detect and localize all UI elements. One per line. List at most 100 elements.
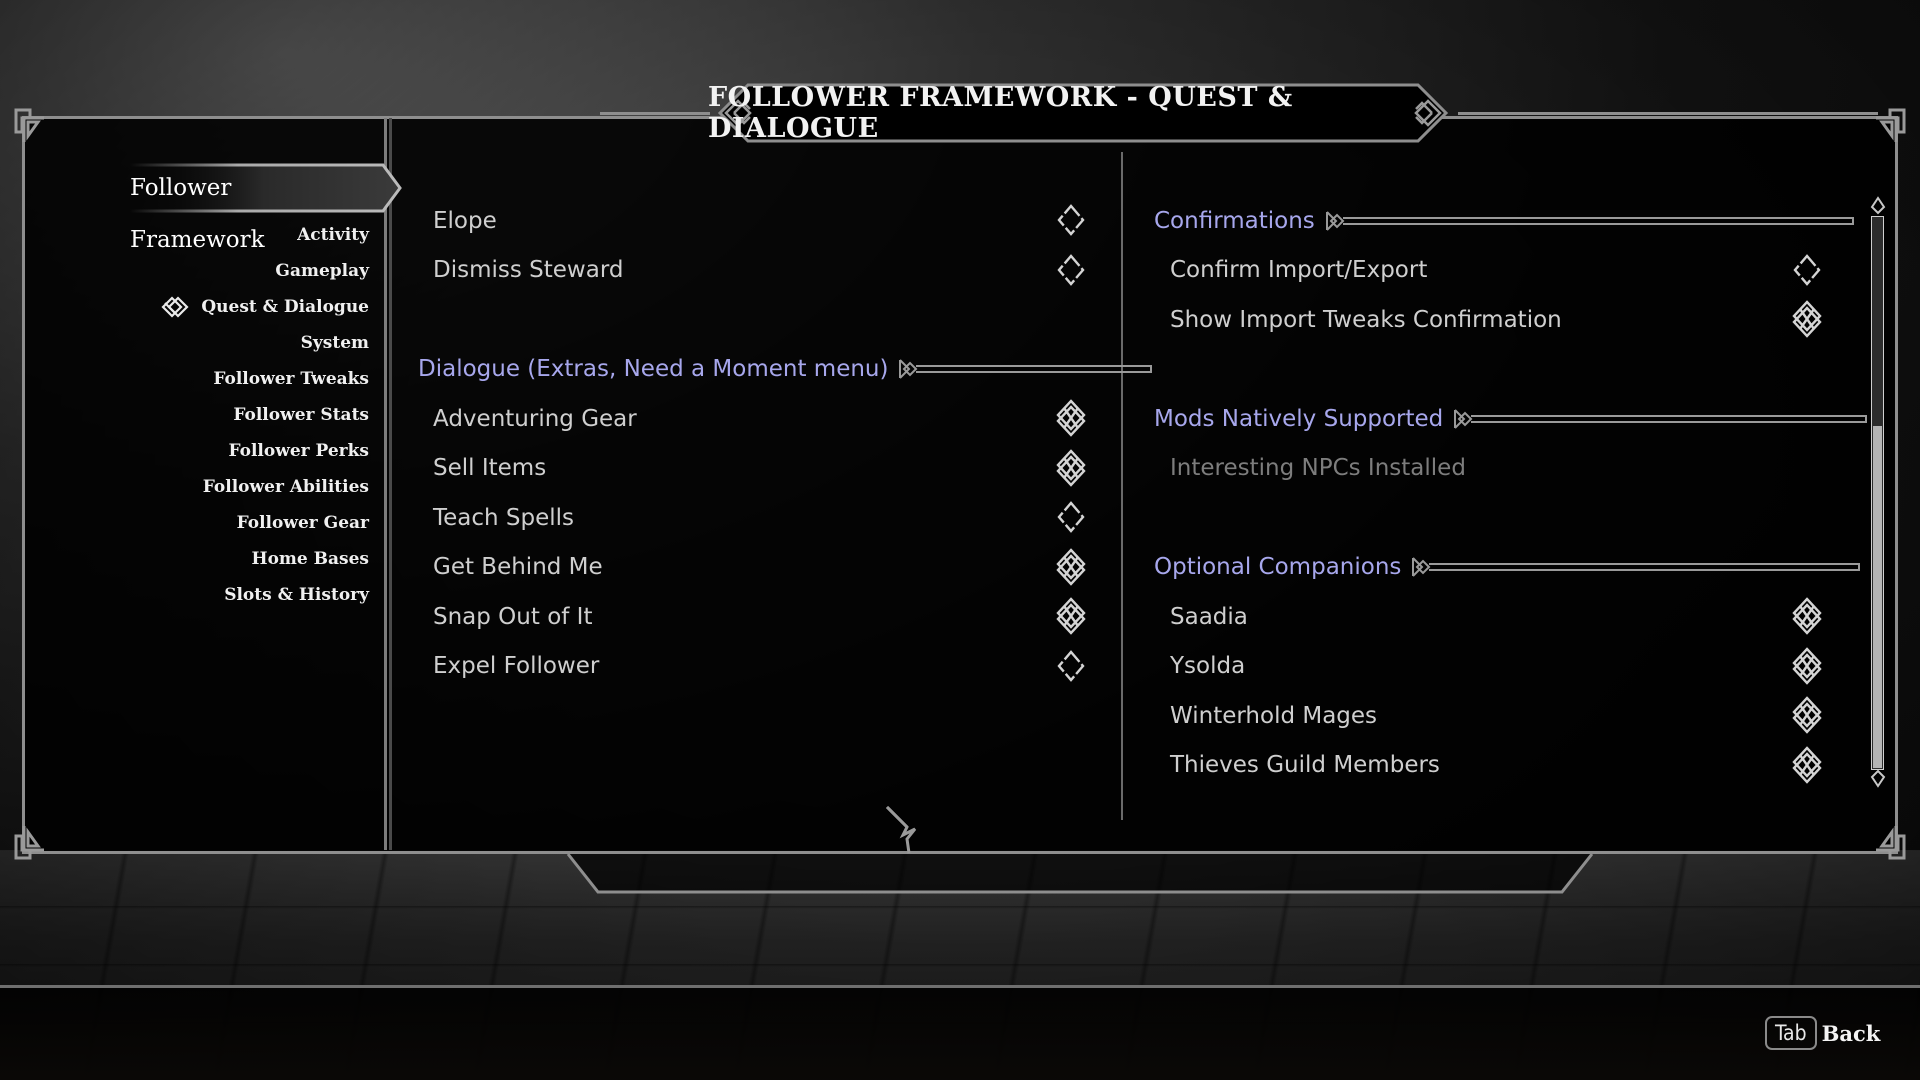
checkbox-unchecked-icon (1057, 204, 1085, 236)
tab-key-icon: Tab (1765, 1016, 1817, 1050)
sidebar-item-label: Quest & Dialogue (201, 297, 369, 317)
toggle-confirm-import-export[interactable] (1789, 250, 1825, 290)
option-sell-items[interactable]: Sell Items (433, 450, 546, 486)
toggle-sell-items[interactable] (1053, 448, 1089, 488)
option-label: Winterhold Mages (1170, 703, 1378, 729)
option-thieves-guild-members[interactable]: Thieves Guild Members (1170, 747, 1440, 783)
option-confirm-import-export[interactable]: Confirm Import/Export (1170, 252, 1427, 288)
option-winterhold-mages[interactable]: Winterhold Mages (1170, 698, 1377, 734)
checkbox-unchecked-icon (1793, 254, 1821, 286)
corner-knot-icon (1868, 822, 1908, 862)
toggle-elope[interactable] (1053, 200, 1089, 240)
title-rule-left (600, 112, 710, 115)
toggle-thieves-guild-members[interactable] (1789, 745, 1825, 785)
corner-knot-icon (12, 822, 52, 862)
scroll-track[interactable] (1871, 216, 1884, 770)
checkbox-checked-icon (1792, 746, 1822, 784)
option-show-import-tweaks-confirmation[interactable]: Show Import Tweaks Confirmation (1170, 302, 1562, 338)
sidebar-item-follower-stats[interactable]: Follower Stats (233, 400, 369, 430)
option-label: Snap Out of It (433, 604, 593, 630)
option-snap-out-of-it[interactable]: Snap Out of It (433, 599, 592, 635)
toggle-expel-follower[interactable] (1053, 646, 1089, 686)
checkbox-checked-icon (1792, 300, 1822, 338)
toggle-snap-out-of-it[interactable] (1053, 596, 1089, 636)
scroll-up-arrow-icon[interactable] (1870, 196, 1886, 216)
section-title: Mods Natively Supported (1154, 406, 1444, 432)
option-elope[interactable]: Elope (433, 203, 497, 239)
toggle-dismiss-steward[interactable] (1053, 250, 1089, 290)
option-get-behind-me[interactable]: Get Behind Me (433, 549, 603, 585)
sidebar-item-label: Follower Perks (228, 441, 369, 461)
footer-divider (0, 985, 1920, 988)
section-header-dialogue: Dialogue (Extras, Need a Moment menu) (418, 351, 1153, 387)
option-adventuring-gear[interactable]: Adventuring Gear (433, 401, 637, 437)
corner-knot-icon (12, 106, 52, 146)
checkbox-checked-icon (1056, 449, 1086, 487)
sidebar-header-label: Follower Framework (130, 175, 265, 253)
checkbox-checked-icon (1056, 597, 1086, 635)
sidebar-item-label: Follower Tweaks (213, 369, 369, 389)
sidebar-item-follower-tweaks[interactable]: Follower Tweaks (213, 364, 369, 394)
page-title: FOLLOWER FRAMEWORK - QUEST & DIALOGUE (708, 82, 1293, 144)
checkbox-checked-icon (1792, 647, 1822, 685)
title-rule-right (1458, 112, 1878, 115)
sidebar-item-system[interactable]: System (301, 328, 369, 358)
sidebar-item-label: System (300, 333, 369, 353)
toggle-adventuring-gear[interactable] (1053, 398, 1089, 438)
option-teach-spells[interactable]: Teach Spells (433, 500, 574, 536)
option-label: Confirm Import/Export (1170, 257, 1428, 283)
option-label: Expel Follower (433, 653, 600, 679)
sidebar-item-quest-dialogue[interactable]: Quest & Dialogue (161, 292, 369, 322)
sidebar-item-label: Gameplay (275, 261, 369, 281)
column-divider (1121, 152, 1123, 820)
option-saadia[interactable]: Saadia (1170, 599, 1248, 635)
selected-knot-icon (161, 296, 189, 318)
sidebar-item-label: Slots & History (224, 585, 369, 605)
sidebar-item-slots-history[interactable]: Slots & History (224, 580, 369, 610)
toggle-teach-spells[interactable] (1053, 497, 1089, 537)
toggle-saadia[interactable] (1789, 596, 1825, 636)
sidebar-item-home-bases[interactable]: Home Bases (252, 544, 369, 574)
sidebar-header-mod[interactable]: Follower Framework (130, 162, 402, 253)
toggle-show-import-tweaks-confirmation[interactable] (1789, 299, 1825, 339)
option-dismiss-steward[interactable]: Dismiss Steward (433, 252, 623, 288)
option-label: Thieves Guild Members (1170, 752, 1440, 778)
checkbox-unchecked-icon (1057, 254, 1085, 286)
option-label: Interesting NPCs Installed (1170, 455, 1466, 481)
option-label: Teach Spells (433, 505, 575, 531)
sidebar-item-label: Activity (297, 225, 369, 245)
sidebar-item-gameplay[interactable]: Gameplay (275, 256, 369, 286)
mouse-cursor-icon (885, 805, 917, 854)
scrollbar[interactable] (1868, 196, 1888, 788)
back-label: Back (1821, 1020, 1881, 1046)
section-title: Confirmations (1154, 208, 1315, 234)
sidebar-item-label: Follower Gear (236, 513, 369, 533)
sidebar-item-follower-gear[interactable]: Follower Gear (237, 508, 369, 538)
section-title: Dialogue (Extras, Need a Moment menu) (418, 356, 889, 382)
section-rule (1453, 407, 1868, 431)
sidebar-item-follower-abilities[interactable]: Follower Abilities (203, 472, 369, 502)
option-label: Sell Items (433, 455, 547, 481)
toggle-winterhold-mages[interactable] (1789, 695, 1825, 735)
scroll-down-arrow-icon[interactable] (1870, 768, 1886, 788)
title-banner: FOLLOWER FRAMEWORK - QUEST & DIALOGUE (708, 82, 1458, 144)
toggle-ysolda[interactable] (1789, 646, 1825, 686)
sidebar-item-label: Follower Stats (233, 405, 369, 425)
checkbox-checked-icon (1056, 548, 1086, 586)
section-header-confirmations: Confirmations (1154, 203, 1855, 239)
option-ysolda[interactable]: Ysolda (1170, 648, 1245, 684)
section-title: Optional Companions (1154, 554, 1402, 580)
sidebar-item-activity[interactable]: Activity (297, 220, 369, 250)
scroll-thumb[interactable] (1873, 426, 1882, 768)
sidebar-item-follower-perks[interactable]: Follower Perks (228, 436, 369, 466)
section-rule (898, 357, 1153, 381)
option-expel-follower[interactable]: Expel Follower (433, 648, 599, 684)
footer-bar (0, 988, 1920, 1080)
back-button[interactable]: Tab Back (1765, 1016, 1880, 1050)
section-header-optional-companions: Optional Companions (1154, 549, 1861, 585)
sidebar-divider (384, 118, 392, 850)
toggle-get-behind-me[interactable] (1053, 547, 1089, 587)
sidebar-item-label: Follower Abilities (202, 477, 369, 497)
checkbox-checked-icon (1056, 399, 1086, 437)
checkbox-unchecked-icon (1057, 650, 1085, 682)
